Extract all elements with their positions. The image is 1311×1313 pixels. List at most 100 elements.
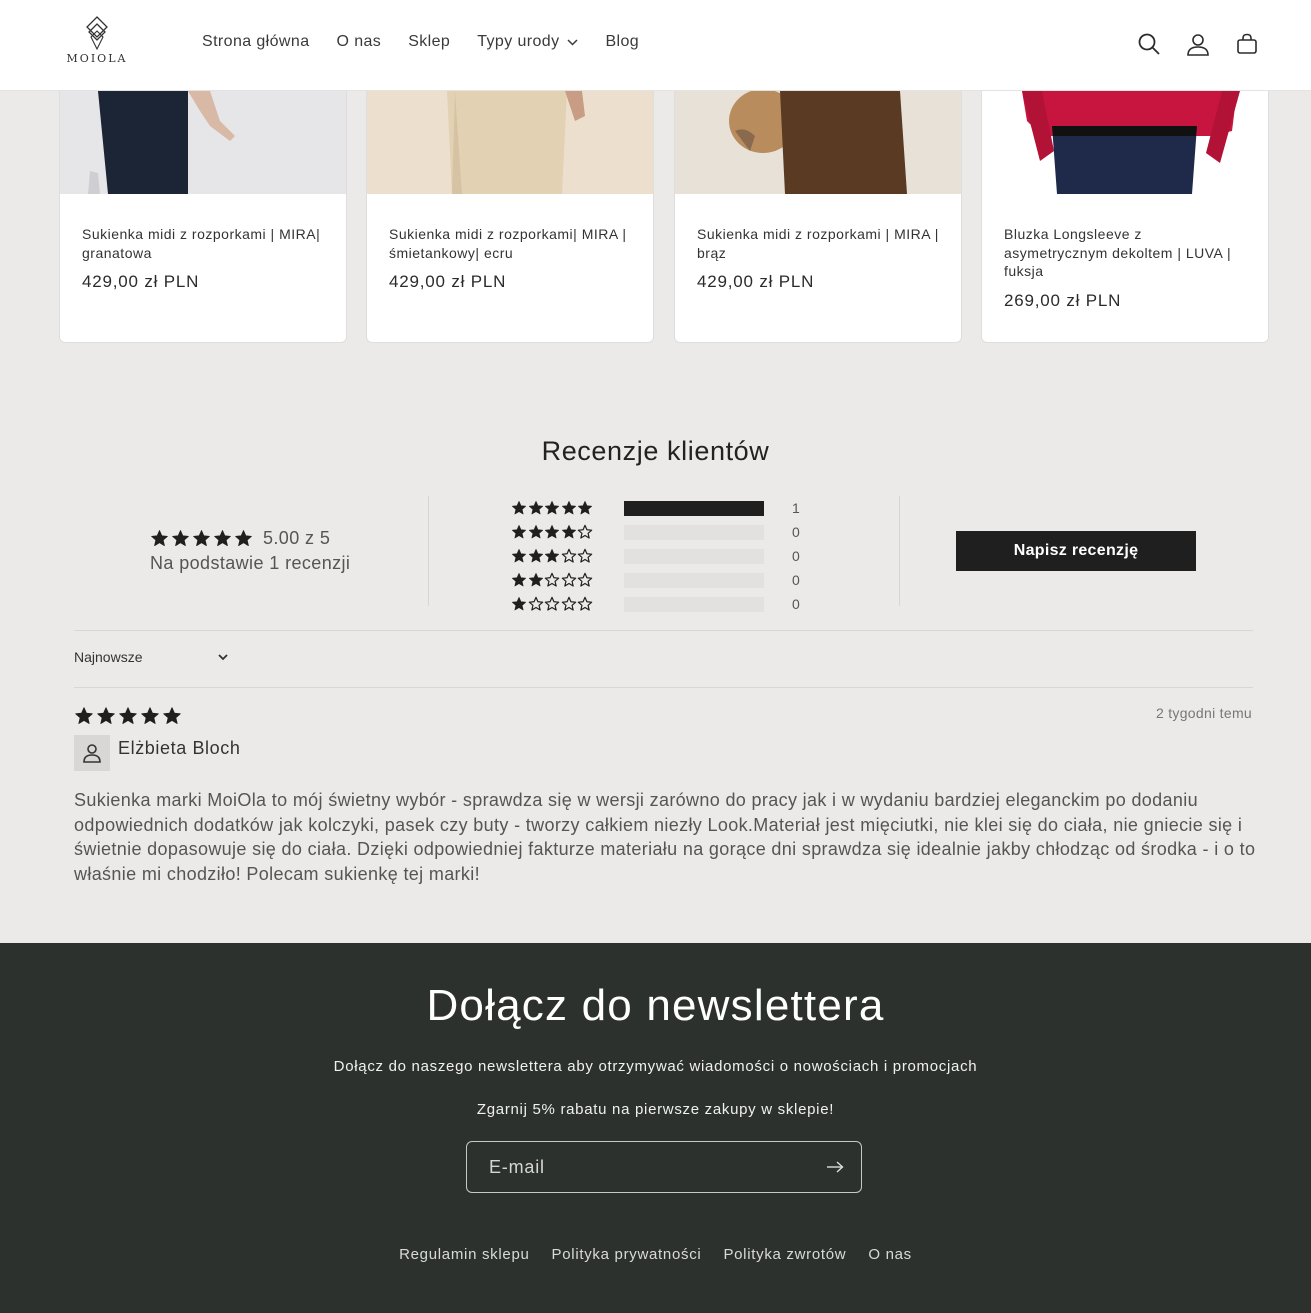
product-image[interactable] — [60, 91, 346, 194]
footer-link-returns[interactable]: Polityka zwrotów — [723, 1246, 846, 1263]
star-filled-icon — [528, 525, 543, 539]
product-title[interactable]: Sukienka midi z rozporkami| MIRA | śmiet… — [389, 225, 631, 262]
star-empty-icon — [577, 548, 593, 563]
chevron-down-icon — [567, 38, 579, 46]
product-card[interactable]: Bluzka Longsleeve z asymetrycznym dekolt… — [981, 91, 1269, 343]
main-nav: Strona główna O nas Sklep Typy urody Blo… — [202, 33, 666, 51]
star-filled-icon — [512, 525, 526, 539]
product-card[interactable]: Sukienka midi z rozporkami| MIRA | śmiet… — [366, 91, 654, 343]
site-header: MOIOLA Strona główna O nas Sklep Typy ur… — [0, 0, 1311, 91]
star-filled-icon — [512, 573, 526, 587]
newsletter-section: Dołącz do newslettera Dołącz do naszego … — [0, 943, 1311, 1313]
star-filled-icon — [119, 707, 137, 724]
star-empty-icon — [577, 524, 593, 539]
star-rating — [150, 529, 255, 548]
star-filled-icon — [151, 530, 168, 547]
nav-item-about[interactable]: O nas — [337, 33, 382, 51]
product-title[interactable]: Sukienka midi z rozporkami | MIRA | brąz — [697, 225, 939, 262]
star-filled-icon — [172, 530, 189, 547]
product-card[interactable]: Sukienka midi z rozporkami | MIRA | brąz… — [674, 91, 962, 343]
nav-label: O nas — [336, 33, 382, 50]
nav-label: Blog — [605, 33, 640, 50]
cart-icon[interactable] — [1233, 30, 1261, 58]
histogram-count: 0 — [792, 572, 800, 588]
newsletter-title: Dołącz do newslettera — [426, 981, 885, 1030]
histogram-bar-fill — [624, 500, 764, 516]
nav-item-home[interactable]: Strona główna — [202, 33, 310, 51]
histogram-count: 0 — [792, 548, 800, 564]
rating-histogram: 1 0 0 0 0 — [511, 496, 800, 616]
histogram-stars — [511, 548, 624, 564]
histogram-bar — [624, 548, 764, 564]
user-icon — [83, 744, 101, 763]
footer-link-about[interactable]: O nas — [868, 1246, 912, 1263]
histogram-row-3[interactable]: 0 — [511, 544, 800, 568]
product-image[interactable] — [367, 91, 653, 194]
product-price: 429,00 zł PLN — [389, 272, 507, 291]
star-filled-icon — [528, 549, 543, 563]
star-empty-icon — [528, 596, 543, 611]
star-empty-icon — [561, 572, 576, 587]
product-title[interactable]: Bluzka Longsleeve z asymetrycznym dekolt… — [1004, 225, 1246, 281]
histogram-stars — [511, 572, 624, 588]
product-info: Sukienka midi z rozporkami | MIRA| grana… — [60, 194, 346, 292]
email-field[interactable] — [467, 1142, 809, 1192]
sort-dropdown[interactable]: Najnowsze — [74, 649, 229, 665]
nav-label: Typy urody — [477, 33, 560, 50]
summary-row: 5.00 z 5 — [150, 528, 350, 549]
star-filled-icon — [528, 573, 543, 587]
nav-item-blog[interactable]: Blog — [605, 33, 639, 51]
product-title[interactable]: Sukienka midi z rozporkami | MIRA| grana… — [82, 225, 324, 262]
sort-label: Najnowsze — [74, 649, 143, 665]
avatar — [74, 735, 110, 771]
write-review-button[interactable]: Napisz recenzję — [956, 531, 1196, 571]
product-image[interactable] — [982, 91, 1268, 194]
histogram-row-4[interactable]: 0 — [511, 520, 800, 544]
reviews-heading: Recenzje klientów — [541, 436, 770, 466]
star-filled-icon — [561, 525, 576, 539]
footer-nav: Regulamin sklepu Polityka prywatności Po… — [0, 1246, 1311, 1263]
star-filled-icon — [512, 501, 526, 515]
star-filled-icon — [141, 707, 159, 724]
star-empty-icon — [577, 572, 593, 587]
divider — [74, 630, 1253, 631]
subscribe-button[interactable] — [809, 1142, 861, 1192]
review-rating — [74, 706, 184, 726]
account-icon[interactable] — [1184, 30, 1212, 58]
product-price: 429,00 zł PLN — [697, 272, 815, 291]
star-filled-icon — [214, 530, 231, 547]
footer-link-privacy[interactable]: Polityka prywatności — [552, 1246, 702, 1263]
product-info: Sukienka midi z rozporkami | MIRA | brąz… — [675, 194, 961, 292]
nav-item-beauty-types[interactable]: Typy urody — [477, 33, 579, 51]
star-filled-icon — [561, 501, 576, 515]
newsletter-description: Dołącz do naszego newslettera aby otrzym… — [333, 1058, 978, 1075]
footer-link-terms[interactable]: Regulamin sklepu — [399, 1246, 529, 1263]
star-empty-icon — [577, 596, 593, 611]
histogram-bar — [624, 572, 764, 588]
logo-text: MOIOLA — [66, 52, 128, 65]
product-card[interactable]: Sukienka midi z rozporkami | MIRA| grana… — [59, 91, 347, 343]
histogram-row-2[interactable]: 0 — [511, 568, 800, 592]
review-author: Elżbieta Bloch — [118, 738, 241, 758]
nav-item-shop[interactable]: Sklep — [408, 33, 450, 51]
nav-label: Sklep — [408, 33, 451, 50]
average-rating-text: 5.00 z 5 — [263, 528, 331, 548]
product-image[interactable] — [675, 91, 961, 194]
product-info: Bluzka Longsleeve z asymetrycznym dekolt… — [982, 194, 1268, 311]
logo[interactable]: MOIOLA — [66, 16, 128, 74]
histogram-row-1[interactable]: 0 — [511, 592, 800, 616]
newsletter-discount-text: Zgarnij 5% rabatu na pierwsze zakupy w s… — [476, 1101, 835, 1118]
search-icon[interactable] — [1135, 30, 1163, 58]
histogram-row-5[interactable]: 1 — [511, 496, 800, 520]
arrow-right-icon — [827, 1161, 844, 1173]
star-filled-icon — [75, 707, 93, 724]
histogram-count: 0 — [792, 596, 800, 612]
histogram-count: 1 — [792, 500, 800, 516]
star-filled-icon — [163, 707, 181, 724]
star-empty-icon — [544, 572, 560, 587]
star-empty-icon — [544, 596, 560, 611]
nav-label: Strona główna — [202, 33, 310, 50]
divider — [74, 687, 1253, 688]
header-icons — [1114, 30, 1261, 58]
star-filled-icon — [578, 501, 592, 515]
